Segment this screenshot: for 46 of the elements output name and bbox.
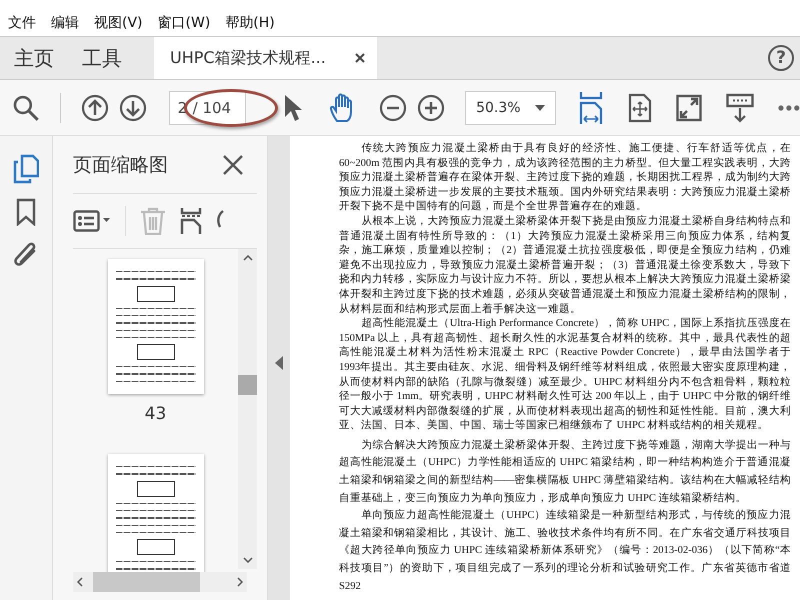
help-button[interactable]: ? (768, 45, 794, 71)
menu-item[interactable]: 窗口(W) (156, 14, 224, 32)
document-tab-title: UHPC箱梁技术规程... (170, 48, 326, 68)
bookmark-icon[interactable] (16, 198, 36, 226)
paragraph: 传统大跨预应力混凝土梁桥由于具有良好的经济性、施工便捷、行车舒适等优点，在60~200m 范围内具有极强的竞争力，成为该跨径范围的主力桥型。但大量工程实践表明，大跨预应力混凝土梁桥普遍存在梁体开裂、主跨过度下挠的难题，长期困扰工程界，成为制约大跨预应力混凝土梁桥进一步发展的主要技术瓶颈。国内外研究结果表明：大跨预应力混凝土梁桥开裂下挠不是中国特有的问题，而是个全世界普遍存在的难题。 (339, 142, 791, 214)
close-icon[interactable] (223, 154, 243, 174)
page-thumbnail[interactable] (108, 454, 204, 572)
close-icon[interactable] (355, 53, 365, 63)
list-options-icon[interactable] (73, 210, 111, 232)
chevron-down-icon[interactable] (242, 557, 252, 563)
nav-tab[interactable]: 工具 (68, 37, 136, 79)
zoom-in-icon[interactable] (417, 94, 446, 122)
paragraph: 从根本上说，大跨预应力混凝土梁桥梁体开裂下挠是由预应力混凝土梁桥自身结构特点和普通混凝土固有特性所导致的：（1）大跨预应力混凝土梁桥采用三向预应力体系，结构复杂，施工麻烦，质量难以控制；（2）普通混凝土抗拉强度极低，即便是全预应力结构，仍难避免不出现拉应力，导致预应力混凝土梁桥普遍开裂；（3）普通混凝土徐变系数大，导致下挠和内力转移，实际应力与设计应力不符。所以，要想从根本上解决大跨预应力混凝土梁桥梁体开裂和主跨过度下挠的技术难题，必须从突破普通混凝土和预应力混凝土梁桥结构的限制，从材料层面和结构形式层面上着手解决这一难题。 (339, 214, 791, 317)
caret-icon (535, 104, 546, 110)
paragraph: 单向预应力超高性能混凝土（UHPC）连续箱梁是一种新型结构形式，与传统的预应力混凝土箱梁和钢箱梁相比，其设计、施工、验收技术条件均有所不同。在广东省交通厅科技项目《超大跨径单向预应力 UHPC 连续箱梁桥新体系研究》（编号：2013-02-036）（以下简称“本科技项目”）的资助下，项目组完成了一系列的理论分析和试验研究工作。广东省英德市省道 S292 (339, 508, 791, 594)
scroll-thumb[interactable] (93, 572, 200, 592)
zoom-out-icon[interactable] (379, 94, 408, 122)
page-number-label: 43 (144, 404, 166, 424)
nav-tab[interactable]: 主页 (0, 37, 68, 79)
chevron-left-icon[interactable] (77, 577, 83, 587)
chevron-right-icon[interactable] (237, 577, 243, 587)
pages-icon[interactable] (13, 154, 39, 184)
more-icon[interactable] (778, 104, 800, 110)
full-screen-icon[interactable] (676, 94, 702, 122)
fit-width-icon[interactable] (578, 90, 604, 124)
search-icon[interactable] (12, 94, 40, 122)
menu-item[interactable]: 帮助(H) (223, 14, 288, 32)
zoom-dropdown[interactable]: 50.3% (465, 90, 556, 124)
horizontal-scrollbar[interactable] (73, 572, 247, 592)
chevron-up-icon[interactable] (242, 255, 252, 261)
paragraph: 为综合解决大跨预应力混凝土梁桥梁体开裂、主跨过度下挠等难题，湖南大学提出一种与超高性能混凝土（UHPC）力学性能相适应的 UHPC 箱梁结构，即一种结构构造介于普通混凝土箱梁和钢箱梁之间的新型结构——密集横隔板 UHPC 薄壁箱梁结构。该结构在大幅减轻结构自重基础上，变三向预应力为单向预应力，形成单向预应力 UHPC 连续箱梁桥结构。 (339, 438, 791, 506)
page-thumbnail[interactable] (108, 259, 204, 394)
paragraph: 超高性能混凝土（Ultra-High Performance Concrete），简称 UHPC，国际上系指抗压强度在150MPa 以上，具有超高韧性、超长耐久性的水泥基复合材料的统称。其中，最具代表性的超高性能混凝土材料为活性粉末混凝土 RPC（Reactive Powder Concrete），最早由法国学者于 1993年提出。其主要由硅灰、水泥、细骨料及钢纤维等材料组成，依照最大密实度原理构建，从而使材料内部的缺陷（孔隙与微裂缝）减至最少。UHPC 材料组分内不包含粗骨料，颗粒粒径一般小于 1mm。研究表明，UHPC 材料耐久性可达 200 年以上，由于 UHPC 中分散的钢纤维可大大减缓材料内部微裂缝的扩展，从而使材料表现出超高的韧性和延性性能。目前，澳大利亚、法国、日本、美国、中国、瑞士等国家已相继颁布了 UHPC 材料或结构的相关规程。 (339, 317, 791, 434)
document-tab[interactable]: UHPC箱梁技术规程... (154, 37, 377, 79)
pointer-icon[interactable] (283, 92, 304, 122)
menu-item[interactable]: 编辑 (49, 14, 92, 32)
insert-page-icon[interactable] (180, 207, 202, 235)
menu-item[interactable]: 文件 (6, 14, 49, 32)
collapse-panel-icon[interactable] (275, 356, 283, 370)
menu-item[interactable]: 视图(V) (92, 14, 156, 32)
scroll-thumb[interactable] (238, 375, 257, 395)
page-count: / 104 (192, 98, 232, 116)
vertical-scrollbar[interactable] (238, 249, 257, 569)
panel-title: 页面缩略图 (73, 152, 168, 178)
fit-page-icon[interactable] (628, 92, 652, 122)
download-icon[interactable] (726, 92, 754, 122)
